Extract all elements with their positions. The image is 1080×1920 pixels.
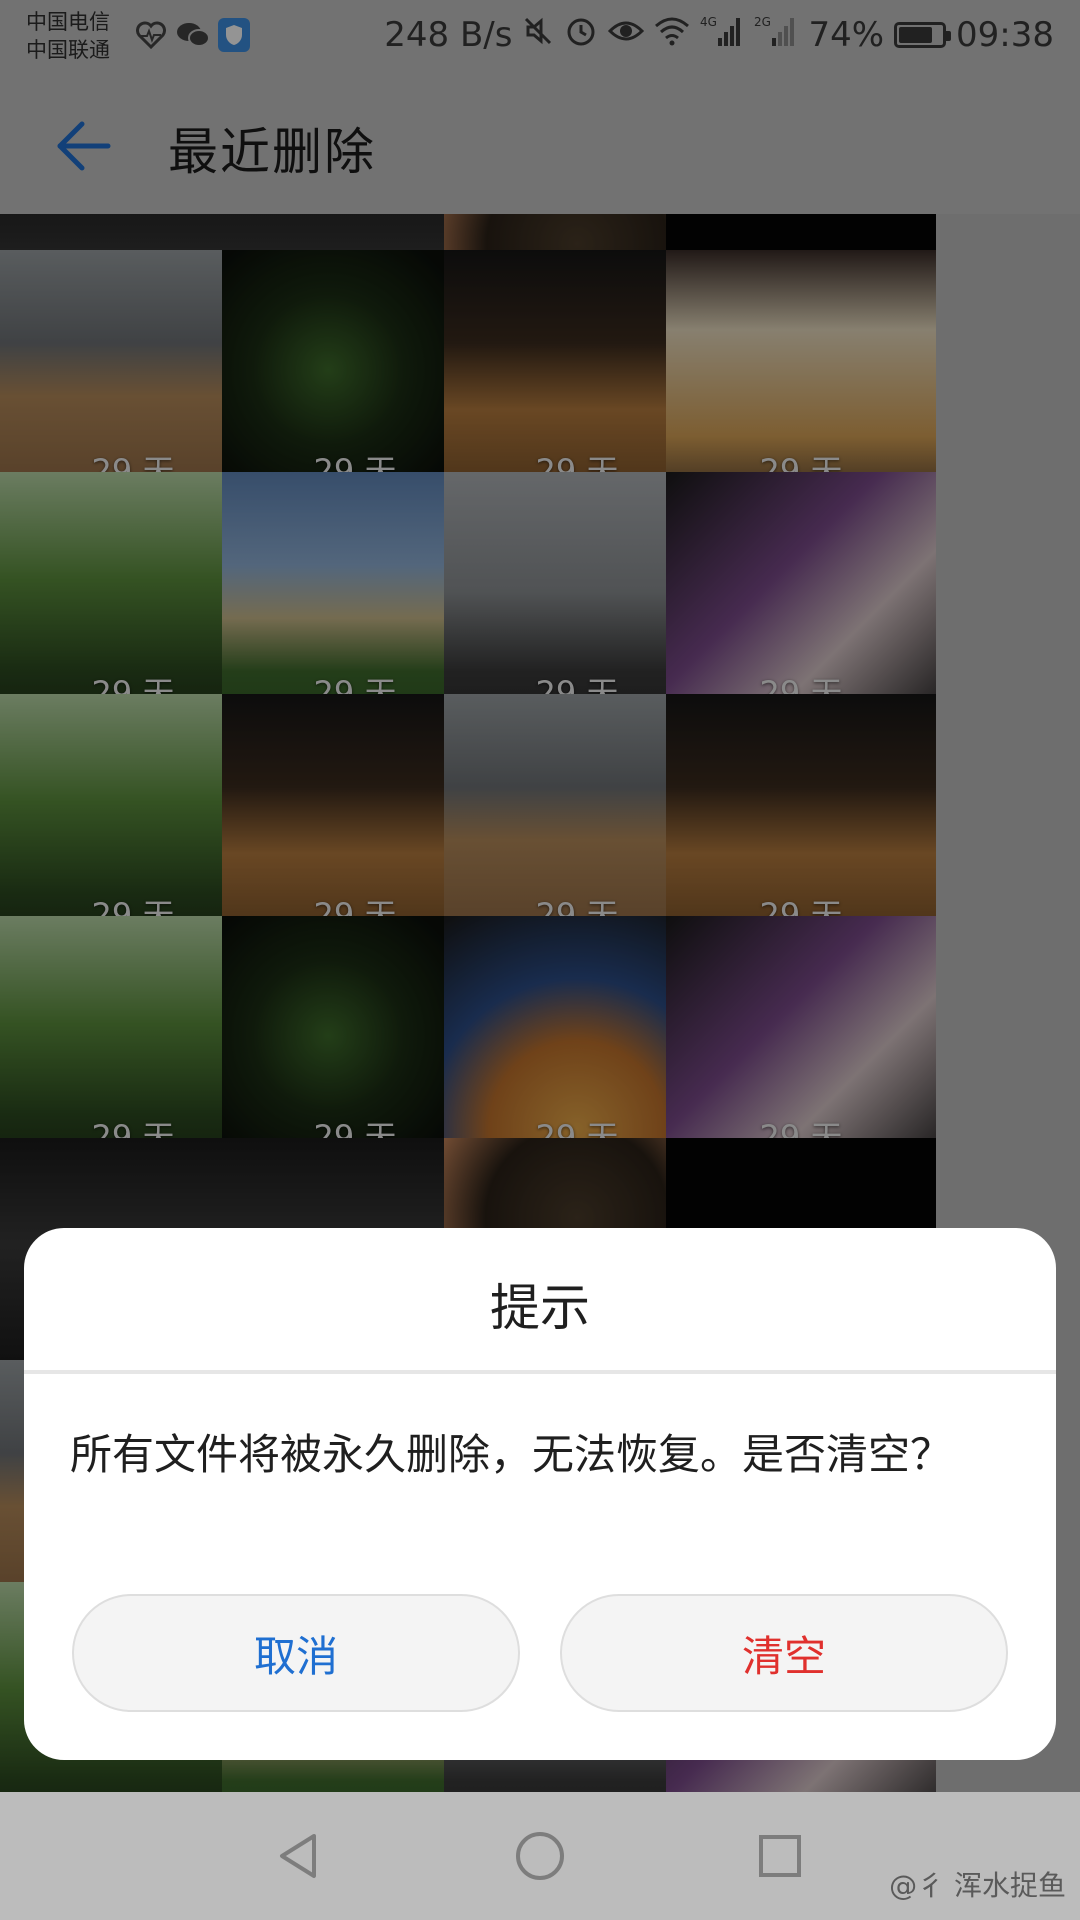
dialog-message: 所有文件将被永久删除，无法恢复。是否清空？: [70, 1430, 953, 1479]
clear-button[interactable]: 清空: [560, 1594, 1008, 1712]
clear-confirm-dialog: 提示 所有文件将被永久删除，无法恢复。是否清空？ 取消 清空: [24, 1228, 1056, 1760]
dialog-title: 提示: [490, 1279, 590, 1337]
recents-square-icon[interactable]: [748, 1824, 812, 1888]
system-nav-bar: @彳 浑水捉鱼: [0, 1792, 1080, 1920]
back-triangle-icon[interactable]: [268, 1824, 332, 1888]
watermark: @彳 浑水捉鱼: [889, 1869, 1066, 1902]
home-circle-icon[interactable]: [508, 1824, 572, 1888]
cancel-button[interactable]: 取消: [72, 1594, 520, 1712]
dialog-divider: [24, 1370, 1056, 1374]
